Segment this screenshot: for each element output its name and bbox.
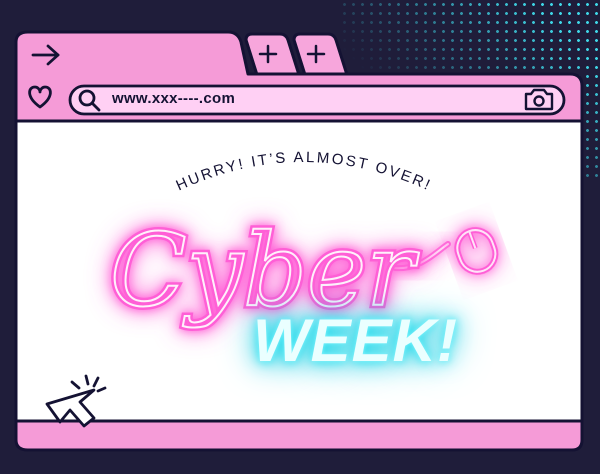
headline: WEEK! [253, 307, 458, 374]
stage: HURRY! IT’S ALMOST OVER! Cyber Cyber www… [0, 0, 600, 474]
url-text[interactable]: www.xxx----.com [112, 90, 235, 107]
browser-illustration: HURRY! IT’S ALMOST OVER! Cyber Cyber [14, 30, 584, 452]
tab-plus-2[interactable] [292, 32, 350, 80]
tab-plus-1[interactable] [244, 32, 302, 80]
